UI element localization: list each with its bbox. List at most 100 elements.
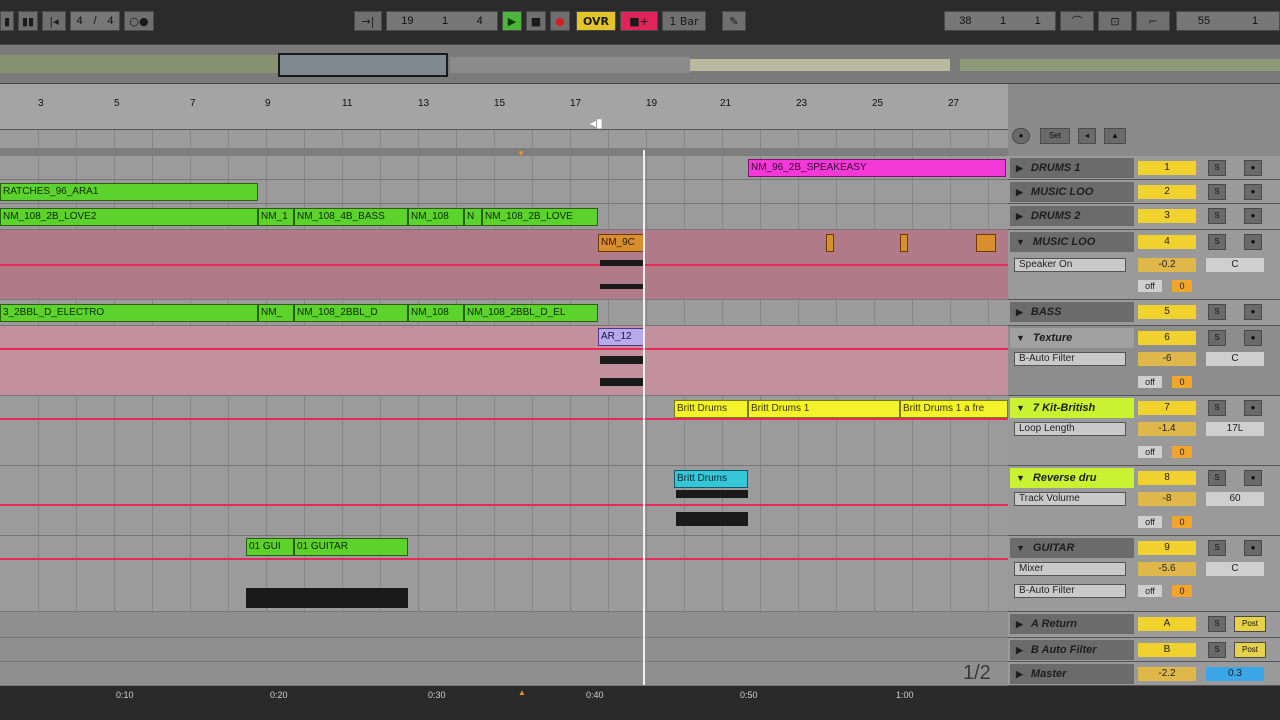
lane-texture[interactable]: AR_12 [0, 326, 1008, 396]
clip[interactable]: N [464, 208, 482, 226]
lane-b-auto-filter[interactable] [0, 638, 1008, 662]
automation-device-select[interactable]: Loop Length [1014, 422, 1126, 436]
zero-value[interactable]: 0 [1172, 516, 1192, 528]
solo-button[interactable]: S [1208, 208, 1226, 224]
track-activator[interactable]: 8 [1138, 471, 1196, 485]
punch-out-icon[interactable]: ⌐ [1136, 11, 1170, 31]
solo-button[interactable]: S [1208, 642, 1226, 658]
track-activator[interactable]: 6 [1138, 331, 1196, 345]
lane-a-return[interactable] [0, 612, 1008, 638]
off-toggle[interactable]: off [1138, 585, 1162, 597]
clip[interactable]: 3_2BBL_D_ELECTRO [0, 304, 258, 322]
master-pan-value[interactable]: 0.3 [1206, 667, 1264, 681]
track-title[interactable]: ▼ Reverse dru [1010, 468, 1134, 488]
overdub-button[interactable]: OVR [576, 11, 616, 31]
automation-device-select[interactable]: Speaker On [1014, 258, 1126, 272]
track-music-loop-2[interactable]: ▼ MUSIC LOO 4 S ● Speaker On -0.2 C off 0 [1008, 230, 1280, 300]
lane-music-loop-2[interactable]: NM_9C [0, 230, 1008, 300]
track-activator[interactable]: 3 [1138, 209, 1196, 223]
unfold-icon[interactable]: ▼ [1016, 543, 1025, 553]
zero-value[interactable]: 0 [1172, 446, 1192, 458]
arm-button[interactable]: ● [1244, 184, 1262, 200]
clip[interactable]: Britt Drums [674, 400, 748, 418]
clip[interactable]: NM_96_2B_SPEAKEASY [748, 159, 1006, 177]
off-toggle[interactable]: off [1138, 280, 1162, 292]
clip[interactable]: NM_108_2BBL_D [294, 304, 408, 322]
automation-device-select[interactable]: Mixer [1014, 562, 1126, 576]
follow-button[interactable]: ▮▮ [18, 11, 38, 31]
clip[interactable]: NM_108_2B_LOVE2 [0, 208, 258, 226]
off-toggle[interactable]: off [1138, 516, 1162, 528]
solo-button[interactable]: S [1208, 330, 1226, 346]
track-title[interactable]: ▶ B Auto Filter [1010, 640, 1134, 660]
arm-button[interactable]: ● [1244, 304, 1262, 320]
circle-icon[interactable]: ● [1012, 128, 1030, 144]
unfold-icon[interactable]: ▼ [1016, 237, 1025, 247]
track-activator[interactable]: 1 [1138, 161, 1196, 175]
clip[interactable]: Britt Drums [674, 470, 748, 488]
track-texture[interactable]: ▼ Texture 6 S ● B-Auto Filter -6 C off 0 [1008, 326, 1280, 396]
off-toggle[interactable]: off [1138, 446, 1162, 458]
volume-value[interactable]: -8 [1138, 492, 1196, 506]
unfold-icon[interactable]: ▼ [1016, 333, 1025, 343]
clip[interactable]: NM_108 [408, 304, 464, 322]
loop-start-field[interactable]: 38 1 1 [944, 11, 1056, 31]
track-title[interactable]: ▼ GUITAR [1010, 538, 1134, 558]
clip[interactable]: Britt Drums 1 [748, 400, 900, 418]
back-icon[interactable]: ◂ [1078, 128, 1096, 144]
clip[interactable] [976, 234, 996, 252]
metronome-button[interactable]: ○● [124, 11, 154, 31]
lane-drums1[interactable]: NM_96_2B_SPEAKEASY [0, 156, 1008, 180]
lane-bass[interactable]: 3_2BBL_D_ELECTRO NM_ NM_108_2BBL_D NM_10… [0, 300, 1008, 326]
track-title[interactable]: ▶ MUSIC LOO [1010, 182, 1134, 202]
pan-value[interactable]: C [1206, 352, 1264, 366]
play-button[interactable]: ▶ [502, 11, 522, 31]
arm-button[interactable]: ● [1244, 208, 1262, 224]
clip[interactable]: NM_ [258, 304, 294, 322]
clip[interactable]: AR_12 [598, 328, 644, 346]
clip[interactable] [826, 234, 834, 252]
arm-button[interactable]: ● [1244, 400, 1262, 416]
automation-device-select[interactable]: Track Volume [1014, 492, 1126, 506]
lane-guitar[interactable]: 01 GUI 01 GUITAR [0, 536, 1008, 612]
track-title[interactable]: ▶ BASS [1010, 302, 1134, 322]
beat-time-ruler[interactable]: 3 5 7 9 11 13 15 17 19 21 23 25 27 ◂▮ [0, 84, 1008, 130]
track-title[interactable]: ▶ DRUMS 1 [1010, 158, 1134, 178]
volume-value[interactable]: -5.6 [1138, 562, 1196, 576]
loop-length-field[interactable]: 55 1 [1176, 11, 1280, 31]
fold-icon[interactable]: ▶ [1016, 211, 1023, 222]
track-activator[interactable]: A [1138, 617, 1196, 631]
track-a-return[interactable]: ▶ A Return A S Post [1008, 612, 1280, 638]
track-title[interactable]: ▶ DRUMS 2 [1010, 206, 1134, 226]
arm-button[interactable]: ● [1244, 540, 1262, 556]
pan-value[interactable]: 60 [1206, 492, 1264, 506]
track-title[interactable]: ▼ MUSIC LOO [1010, 232, 1134, 252]
quantize-menu[interactable]: 1 Bar [662, 11, 706, 31]
track-activator[interactable]: 7 [1138, 401, 1196, 415]
song-position-field[interactable]: 19 1 4 [386, 11, 498, 31]
track-b-auto-filter[interactable]: ▶ B Auto Filter B S Post [1008, 638, 1280, 662]
clip[interactable]: 01 GUI [246, 538, 294, 556]
volume-value[interactable]: -6 [1138, 352, 1196, 366]
overview-viewport[interactable] [278, 53, 448, 77]
record-button[interactable]: ● [550, 11, 570, 31]
set-button[interactable]: Set [1040, 128, 1070, 144]
clip[interactable]: Britt Drums 1 a fre [900, 400, 1008, 418]
clip[interactable]: RATCHES_96_ARA1 [0, 183, 258, 201]
lane-kit-british[interactable]: Britt Drums Britt Drums 1 Britt Drums 1 … [0, 396, 1008, 466]
unfold-icon[interactable]: ▼ [1016, 473, 1025, 483]
arm-button[interactable]: ● [1244, 160, 1262, 176]
time-ruler-bottom[interactable]: 0:10 0:20 0:30 0:40 0:50 1:00 ▲ [0, 686, 1280, 720]
track-title[interactable]: ▼ Texture [1010, 328, 1134, 348]
solo-button[interactable]: S [1208, 470, 1226, 486]
solo-button[interactable]: S [1208, 304, 1226, 320]
arm-button[interactable]: ● [1244, 234, 1262, 250]
lane-master[interactable] [0, 662, 1008, 686]
solo-button[interactable]: S [1208, 184, 1226, 200]
track-activator[interactable]: 9 [1138, 541, 1196, 555]
track-master[interactable]: ▶ Master -2.2 0.3 [1008, 662, 1280, 686]
track-activator[interactable]: 4 [1138, 235, 1196, 249]
punch-in-icon[interactable]: ⊡ [1098, 11, 1132, 31]
volume-value[interactable]: -0.2 [1138, 258, 1196, 272]
loop-marker-icon[interactable]: ▲ [518, 688, 526, 697]
